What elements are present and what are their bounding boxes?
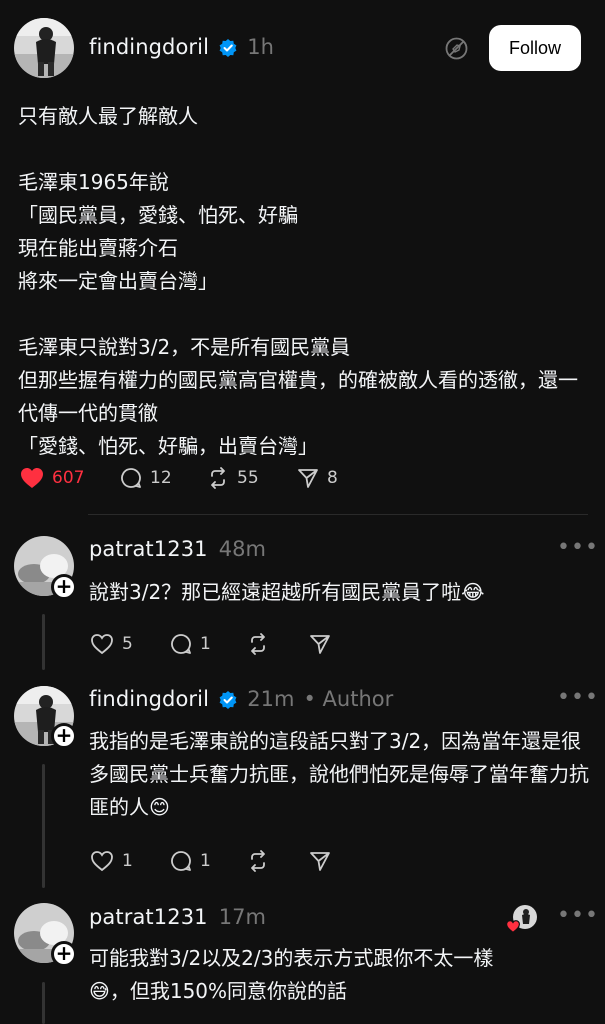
more-options-icon[interactable]: ••• — [557, 535, 599, 560]
reply-username[interactable]: patrat1231 — [89, 537, 208, 561]
repost-count: 55 — [237, 468, 259, 488]
repost-icon — [211, 467, 225, 489]
author-tag: • Author — [303, 687, 394, 711]
mute-icon[interactable] — [444, 36, 469, 65]
reply-repost-button[interactable] — [247, 850, 269, 872]
post-time: 1h — [247, 35, 274, 59]
follow-plus-icon[interactable]: + — [51, 574, 77, 600]
more-options-icon[interactable]: ••• — [557, 685, 599, 710]
verified-badge-icon — [218, 38, 238, 62]
reply-username[interactable]: patrat1231 — [89, 905, 208, 929]
reply-like-button[interactable]: 5 — [90, 633, 133, 655]
reply-repost-button[interactable] — [247, 633, 269, 655]
comment-count: 12 — [150, 468, 172, 488]
reply-like-count: 1 — [122, 851, 133, 871]
follow-button[interactable]: Follow — [489, 25, 581, 71]
thread-line — [42, 614, 45, 670]
post-text: 只有敵人最了解敵人 毛澤東1965年說 「國民黨員，愛錢、怕死、好騙 現在能出賣… — [18, 104, 578, 458]
reply-time: 21m — [247, 687, 295, 711]
post-avatar[interactable] — [14, 18, 74, 78]
divider — [88, 514, 588, 515]
send-icon — [310, 852, 330, 871]
thread-line — [42, 982, 45, 1024]
heart-icon — [91, 851, 113, 872]
comment-icon — [121, 468, 141, 488]
follow-plus-icon[interactable]: + — [51, 941, 77, 967]
reply-comment-count: 1 — [200, 634, 211, 654]
reply-comment-count: 1 — [200, 851, 211, 871]
verified-badge-icon — [218, 690, 238, 714]
heart-filled-icon — [505, 918, 521, 937]
comment-icon — [171, 634, 191, 654]
comment-icon — [171, 851, 191, 871]
send-icon — [298, 469, 318, 488]
reply-like-button[interactable]: 1 — [90, 850, 133, 872]
reply-share-button[interactable] — [309, 850, 331, 872]
like-count: 607 — [52, 468, 85, 488]
reply-text: 說對3/2？那已經遠超越所有國民黨員了啦😂 — [89, 580, 485, 604]
share-button[interactable]: 8 — [297, 467, 338, 489]
reply-header: patrat1231 48m — [89, 537, 266, 561]
like-button[interactable]: 607 — [20, 467, 84, 489]
share-count: 8 — [327, 468, 338, 488]
send-icon — [310, 635, 330, 654]
comment-button[interactable]: 12 — [120, 467, 172, 489]
reply-header: findingdoril 21m • Author — [89, 687, 393, 714]
reply-text: 我指的是毛澤東說的這段話只對了3/2，因為當年還是很多國民黨士兵奮力抗匪，說他們… — [89, 729, 589, 819]
post-username[interactable]: findingdoril — [89, 35, 209, 59]
post-header: findingdoril 1h — [89, 35, 274, 62]
reply-username[interactable]: findingdoril — [89, 687, 209, 711]
thread-line — [42, 764, 45, 888]
reply-comment-button[interactable]: 1 — [170, 850, 211, 872]
reply-comment-button[interactable]: 1 — [170, 633, 211, 655]
heart-filled-icon — [21, 468, 43, 488]
more-options-icon[interactable]: ••• — [557, 903, 599, 928]
reply-time: 48m — [218, 537, 266, 561]
repost-icon — [251, 633, 265, 655]
reply-header: patrat1231 17m — [89, 905, 266, 929]
heart-icon — [91, 634, 113, 655]
reply-time: 17m — [218, 905, 266, 929]
repost-icon — [251, 850, 265, 872]
reply-like-count: 5 — [122, 634, 133, 654]
follow-plus-icon[interactable]: + — [51, 723, 77, 749]
reply-text: 可能我對3/2以及2/3的表示方式跟你不太一樣 😅，但我150%同意你說的話 — [89, 946, 494, 1003]
reply-share-button[interactable] — [309, 633, 331, 655]
repost-button[interactable]: 55 — [207, 467, 259, 489]
